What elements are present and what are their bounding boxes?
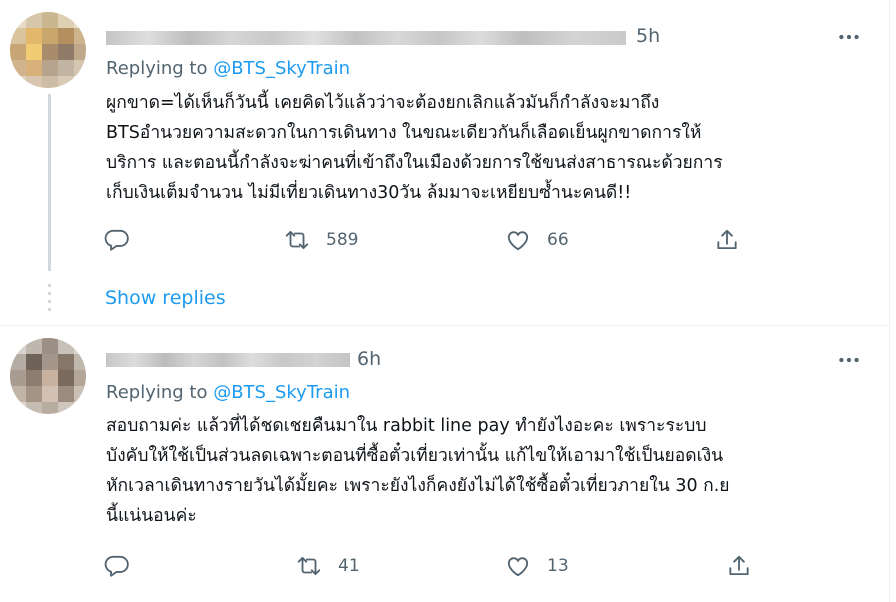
retweet-count: 41 (338, 556, 360, 576)
tweet-text-line: สอบถามค่ะ แล้วที่ได้ชดเชยคืนมาใน rabbit … (106, 416, 707, 436)
heart-icon (507, 557, 529, 577)
replying-to: Replying to @BTS_SkyTrain (106, 58, 350, 79)
tweet-text-line: BTSอำนวยความสะดวกในการเดินทาง ในขณะเดียว… (106, 123, 702, 143)
retweet-button[interactable]: 41 (296, 551, 360, 581)
more-icon[interactable] (836, 347, 862, 373)
replying-handle-link[interactable]: @BTS_SkyTrain (213, 382, 350, 403)
tweet-text: ผูกขาด=ได้เห็นก็วันนี้ เคยคิดไว้แล้วว่าจ… (106, 88, 846, 208)
show-replies-link[interactable]: Show replies (105, 287, 226, 309)
tweet-text-line: หักเวลาเดินทางรายวันได้มั้ยคะ เพราะยังไง… (106, 476, 730, 496)
reply-button[interactable] (104, 225, 130, 255)
author-name-blurred[interactable] (106, 348, 350, 372)
tweet-text-line: ผูกขาด=ได้เห็นก็วันนี้ เคยคิดไว้แล้วว่าจ… (106, 93, 660, 113)
reply-icon (104, 229, 129, 251)
retweet-button[interactable]: 589 (284, 225, 358, 255)
avatar[interactable] (10, 338, 86, 414)
replying-to: Replying to @BTS_SkyTrain (106, 382, 350, 403)
share-button[interactable] (726, 551, 752, 581)
tweet-text: สอบถามค่ะ แล้วที่ได้ชดเชยคืนมาใน rabbit … (106, 411, 846, 531)
tweet-text-line: เก็บเงินเต็มจำนวน ไม่มีเที่ยวเดินทาง30วั… (106, 183, 632, 203)
tweet-text-line: บริการ และตอนนี้กำลังจะฆ่าคนที่เข้าถึงใน… (106, 153, 723, 173)
share-button[interactable] (714, 225, 740, 255)
retweet-count: 589 (326, 230, 359, 250)
share-icon (717, 229, 737, 250)
replying-handle-link[interactable]: @BTS_SkyTrain (213, 58, 350, 79)
retweet-icon (297, 556, 321, 576)
tweet-time[interactable]: 6h (357, 348, 381, 370)
tweet-actions: 589 66 (104, 225, 744, 255)
tweet-reply-2[interactable]: 6h Replying to @BTS_SkyTrain สอบถามค่ะ แ… (0, 326, 889, 602)
tweet-actions: 41 13 (104, 551, 749, 581)
avatar[interactable] (10, 12, 86, 88)
like-count: 66 (547, 230, 569, 250)
reply-button[interactable] (104, 551, 130, 581)
like-count: 13 (547, 556, 569, 576)
tweet-time[interactable]: 5h (636, 25, 660, 47)
thread-dots (48, 284, 51, 316)
author-name-blurred[interactable] (106, 26, 626, 50)
replying-label: Replying to (106, 382, 214, 403)
reply-icon (104, 555, 129, 577)
tweet-reply-1[interactable]: 5h Replying to @BTS_SkyTrain ผูกขาด=ได้เ… (0, 0, 889, 325)
tweet-text-line: บังคับให้ใช้เป็นส่วนลดเฉพาะตอนที่ซื้อตั๋… (106, 446, 724, 466)
retweet-icon (285, 230, 309, 250)
replying-label: Replying to (106, 58, 214, 79)
like-button[interactable]: 13 (505, 551, 569, 581)
thread-line (48, 94, 51, 271)
share-icon (729, 555, 749, 576)
timeline-border (889, 0, 890, 602)
heart-icon (507, 231, 529, 251)
tweet-text-line: นี้แน่นอนค่ะ (106, 506, 197, 526)
like-button[interactable]: 66 (505, 225, 569, 255)
more-icon[interactable] (836, 24, 862, 50)
